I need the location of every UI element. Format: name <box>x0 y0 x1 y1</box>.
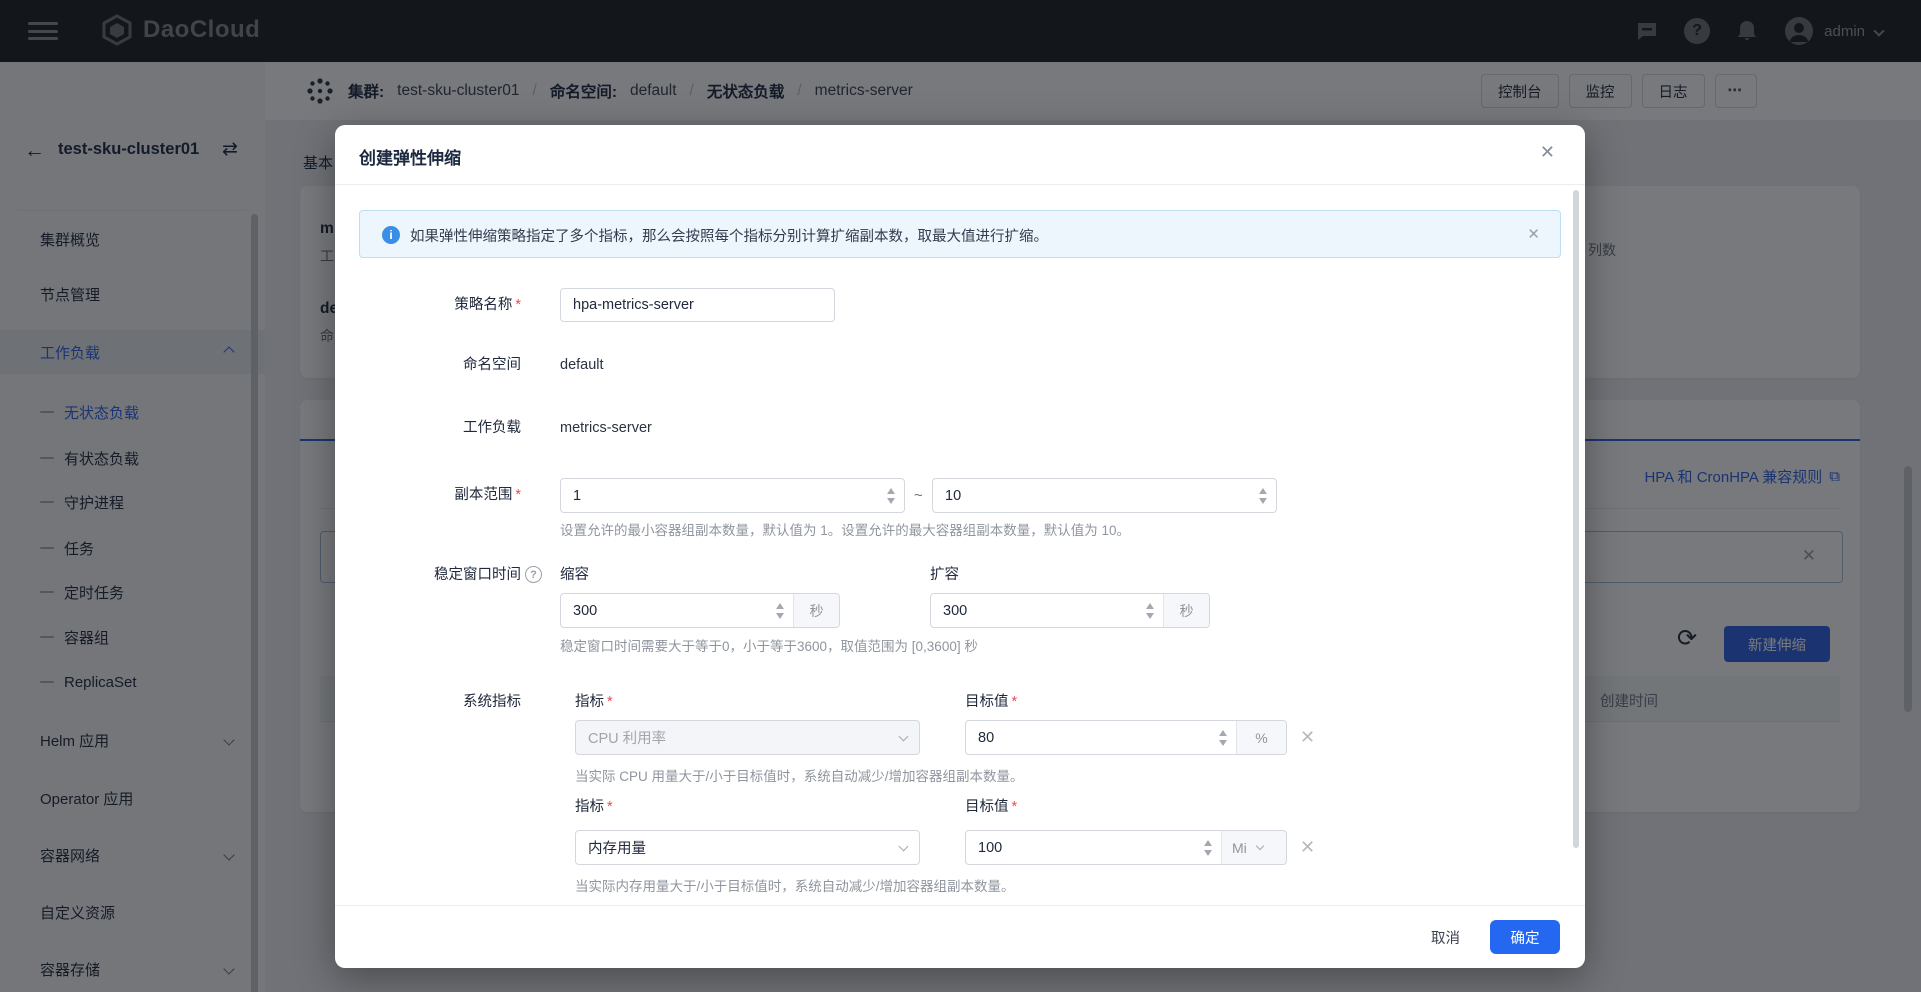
namespace-label: 命名空间 <box>359 355 521 375</box>
stable-window-label: 稳定窗口时间 <box>359 565 521 585</box>
chevron-down-icon <box>899 731 909 741</box>
divider <box>335 184 1585 185</box>
modal-scrollbar[interactable] <box>1573 190 1579 848</box>
seconds-unit: 秒 <box>793 594 839 627</box>
policy-name-label: 策略名称* <box>359 295 521 315</box>
modal-title: 创建弹性伸缩 <box>359 144 461 169</box>
range-separator: ~ <box>914 487 923 504</box>
memory-unit-select[interactable]: Mi <box>1221 830 1287 865</box>
policy-name-input[interactable] <box>560 288 835 322</box>
min-replicas-input[interactable] <box>560 478 905 513</box>
required-star: * <box>515 487 521 503</box>
scale-up-window-input[interactable]: 秒 <box>930 593 1210 628</box>
replica-range-help: 设置允许的最小容器组副本数量，默认值为 1。设置允许的最大容器组副本数量，默认值… <box>560 522 1130 540</box>
memory-metric-help: 当实际内存用量大于/小于目标值时，系统自动减少/增加容器组副本数量。 <box>575 878 1015 896</box>
scale-down-label: 缩容 <box>560 565 589 585</box>
workload-value: metrics-server <box>560 418 652 438</box>
modal-close-icon[interactable]: ✕ <box>1540 142 1555 163</box>
stable-window-help: 稳定窗口时间需要大于等于0，小于等于3600，取值范围为 [0,3600] 秒 <box>560 638 978 656</box>
number-stepper[interactable] <box>1210 721 1236 754</box>
required-star: * <box>1012 799 1018 815</box>
cpu-metric-help: 当实际 CPU 用量大于/小于目标值时，系统自动减少/增加容器组副本数量。 <box>575 768 1024 786</box>
cpu-target-input[interactable]: % <box>965 720 1287 755</box>
number-stepper[interactable] <box>878 479 904 512</box>
alert-close-icon[interactable]: ✕ <box>1527 225 1540 243</box>
replica-range-label: 副本范围* <box>359 485 521 505</box>
confirm-button[interactable]: 确定 <box>1490 920 1560 954</box>
create-hpa-modal: 创建弹性伸缩 ✕ i 如果弹性伸缩策略指定了多个指标，那么会按照每个指标分别计算… <box>335 125 1585 968</box>
seconds-unit: 秒 <box>1163 594 1209 627</box>
info-alert: i 如果弹性伸缩策略指定了多个指标，那么会按照每个指标分别计算扩缩副本数，取最大… <box>359 210 1561 258</box>
scale-down-window-input[interactable]: 秒 <box>560 593 840 628</box>
metric-select-memory[interactable]: 内存用量 <box>575 830 920 865</box>
workload-label: 工作负载 <box>359 418 521 438</box>
alert-text: 如果弹性伸缩策略指定了多个指标，那么会按照每个指标分别计算扩缩副本数，取最大值进… <box>410 225 1048 246</box>
max-replicas-input[interactable] <box>932 478 1277 513</box>
modal-footer: 取消 确定 <box>335 906 1585 968</box>
required-star: * <box>515 297 521 313</box>
number-stepper[interactable] <box>1250 479 1276 512</box>
memory-target-input[interactable] <box>965 830 1222 865</box>
app-root: DaoCloud ? admin <box>0 0 1921 992</box>
namespace-value: default <box>560 355 604 375</box>
metric-label: 指标* <box>575 797 613 817</box>
required-star: * <box>607 694 613 710</box>
scale-up-label: 扩容 <box>930 565 959 585</box>
chevron-down-icon <box>1256 842 1264 850</box>
chevron-down-icon <box>899 841 909 851</box>
number-stepper[interactable] <box>767 594 793 627</box>
system-metrics-label: 系统指标 <box>359 692 521 712</box>
question-icon[interactable]: ? <box>525 566 542 583</box>
remove-metric-icon[interactable]: ✕ <box>1300 838 1315 856</box>
metric-select-cpu[interactable]: CPU 利用率 <box>575 720 920 755</box>
info-icon: i <box>382 226 400 244</box>
target-label: 目标值* <box>965 692 1017 712</box>
percent-unit: % <box>1236 721 1286 754</box>
remove-metric-icon[interactable]: ✕ <box>1300 728 1315 746</box>
target-label: 目标值* <box>965 797 1017 817</box>
cancel-button[interactable]: 取消 <box>1431 927 1460 948</box>
number-stepper[interactable] <box>1195 831 1221 864</box>
number-stepper[interactable] <box>1137 594 1163 627</box>
metric-label: 指标* <box>575 692 613 712</box>
required-star: * <box>1012 694 1018 710</box>
required-star: * <box>607 799 613 815</box>
